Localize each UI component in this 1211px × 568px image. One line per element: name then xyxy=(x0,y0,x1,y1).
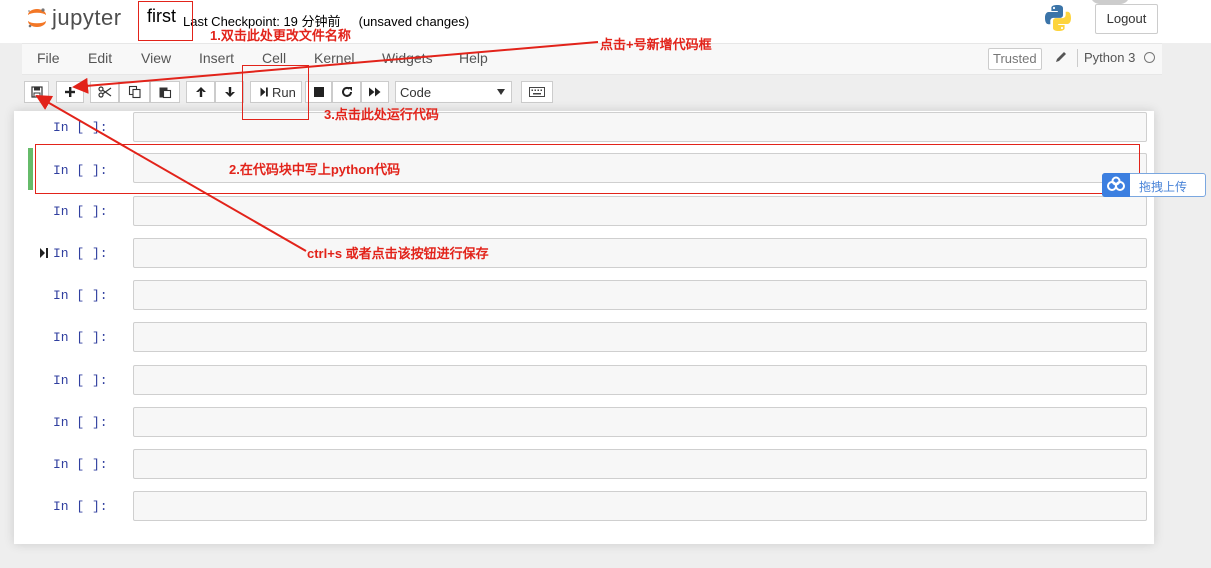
cell-prompt: In [ ]: xyxy=(53,330,108,345)
insert-cell-button[interactable] xyxy=(56,81,84,103)
kernel-idle-indicator-icon xyxy=(1144,52,1155,63)
cut-button[interactable] xyxy=(90,81,119,103)
code-input[interactable] xyxy=(133,365,1147,395)
annotation-save: ctrl+s 或者点击该按钮进行保存 xyxy=(307,246,489,261)
code-cell[interactable]: In [ ]: xyxy=(28,112,1147,144)
paste-icon xyxy=(159,87,172,99)
code-input[interactable] xyxy=(133,196,1147,226)
annotation-run: 3.点击此处运行代码 xyxy=(324,107,439,122)
keyboard-icon xyxy=(529,87,545,97)
code-cell[interactable]: In [ ]: xyxy=(28,365,1147,397)
logo-text: jupyter xyxy=(52,5,122,30)
copy-icon xyxy=(128,85,141,99)
menu-view[interactable]: View xyxy=(141,50,171,66)
cell-prompt: In [ ]: xyxy=(53,288,108,303)
menubar: File Edit View Insert Cell Kernel Widget… xyxy=(22,43,1162,75)
stop-icon xyxy=(313,87,324,97)
save-icon xyxy=(30,86,43,98)
cell-prompt: In [ ]: xyxy=(53,457,108,472)
menu-edit[interactable]: Edit xyxy=(88,50,112,66)
cell-type-value: Code xyxy=(400,85,432,100)
trusted-indicator[interactable]: Trusted xyxy=(988,48,1042,70)
annotation-write-code: 2.在代码块中写上python代码 xyxy=(229,162,401,177)
code-cell[interactable]: In [ ]: xyxy=(28,196,1147,228)
toolbar: Run Code xyxy=(0,73,1211,111)
cell-prompt: In [ ]: xyxy=(53,415,108,430)
cell-prompt: In [ ]: xyxy=(53,204,108,219)
cell-prompt: In [ ]: xyxy=(53,246,108,261)
menu-kernel[interactable]: Kernel xyxy=(314,50,354,66)
menu-widgets[interactable]: Widgets xyxy=(382,50,433,66)
kernel-divider xyxy=(1077,49,1078,67)
python-logo-icon xyxy=(1045,5,1071,31)
pencil-icon[interactable] xyxy=(1054,50,1068,64)
annotation-box-run xyxy=(242,65,309,120)
logout-button[interactable]: Logout xyxy=(1095,4,1158,34)
annotation-rename: 1.双击此处更改文件名称 xyxy=(210,28,351,43)
cell-type-select[interactable]: Code xyxy=(395,81,512,103)
upload-label: 拖拽上传 xyxy=(1139,180,1188,194)
drag-upload-widget[interactable]: 拖拽上传 xyxy=(1102,173,1206,197)
jupyter-ring-icon xyxy=(28,8,46,28)
code-input[interactable] xyxy=(133,322,1147,352)
code-input[interactable] xyxy=(133,238,1147,268)
code-cell[interactable]: In [ ]: xyxy=(28,449,1147,481)
code-cell[interactable]: In [ ]: xyxy=(28,280,1147,312)
fast-forward-icon xyxy=(369,87,381,97)
annotation-add-cell: 点击+号新增代码框 xyxy=(600,37,712,52)
code-cell[interactable]: In [ ]: xyxy=(28,491,1147,523)
code-input[interactable] xyxy=(133,491,1147,521)
kernel-name[interactable]: Python 3 xyxy=(1084,50,1135,65)
code-cell[interactable]: In [ ]: xyxy=(28,322,1147,354)
save-button[interactable] xyxy=(24,81,49,103)
paste-button[interactable] xyxy=(150,81,180,103)
code-cell[interactable]: In [ ]: xyxy=(28,238,1147,270)
menu-insert[interactable]: Insert xyxy=(199,50,234,66)
command-palette-button[interactable] xyxy=(521,81,553,103)
code-input[interactable] xyxy=(133,407,1147,437)
code-input[interactable] xyxy=(133,280,1147,310)
restart-run-all-button[interactable] xyxy=(361,81,389,103)
menu-cell[interactable]: Cell xyxy=(262,50,286,66)
code-input[interactable] xyxy=(133,449,1147,479)
chevron-down-icon xyxy=(497,89,505,95)
unsaved-changes: (unsaved changes) xyxy=(358,14,470,29)
copy-button[interactable] xyxy=(119,81,150,103)
annotation-box-notebook-name xyxy=(138,1,193,41)
arrow-down-icon xyxy=(224,87,235,97)
cloud-upload-icon xyxy=(1102,173,1130,197)
annotation-box-cell xyxy=(35,144,1140,194)
cell-prompt: In [ ]: xyxy=(53,373,108,388)
restart-button[interactable] xyxy=(332,81,361,103)
menu-help[interactable]: Help xyxy=(459,50,488,66)
cell-prompt: In [ ]: xyxy=(53,120,108,135)
arrow-up-icon xyxy=(195,87,206,97)
plus-icon xyxy=(65,87,75,97)
cut-icon xyxy=(97,86,111,98)
move-up-button[interactable] xyxy=(186,81,215,103)
jupyter-logo[interactable]: jupyter xyxy=(26,3,136,33)
run-marker-icon xyxy=(40,248,48,258)
interrupt-button[interactable] xyxy=(305,81,332,103)
restart-icon xyxy=(341,86,352,97)
cell-prompt: In [ ]: xyxy=(53,499,108,514)
menu-file[interactable]: File xyxy=(37,50,60,66)
code-cell[interactable]: In [ ]: xyxy=(28,407,1147,439)
move-down-button[interactable] xyxy=(215,81,244,103)
